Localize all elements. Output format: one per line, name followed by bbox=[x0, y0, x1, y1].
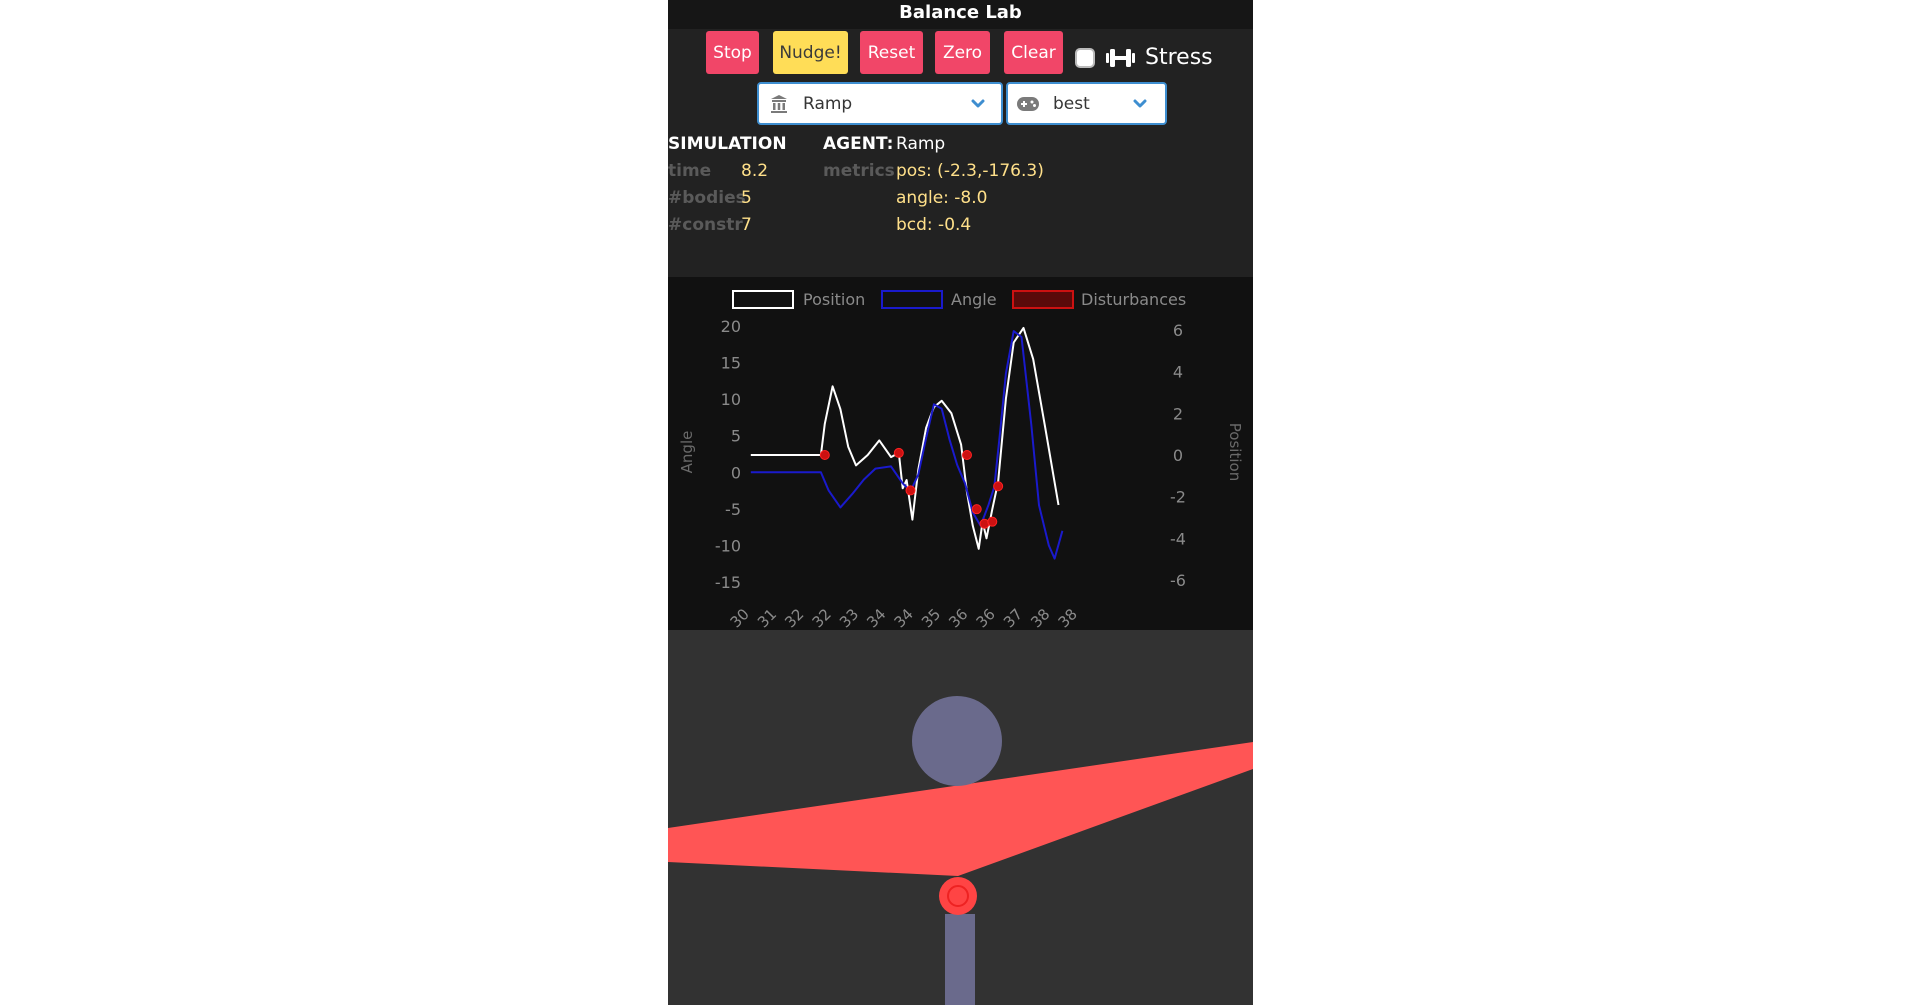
y-left-tick: -15 bbox=[715, 573, 741, 592]
x-tick: 35 bbox=[918, 605, 944, 630]
y-left-tick: -10 bbox=[715, 536, 741, 555]
x-tick: 34 bbox=[863, 605, 889, 630]
gamepad-icon bbox=[1017, 97, 1039, 111]
stats-panel: SIMULATION time 8.2 #bodies 5 #constr 7 … bbox=[668, 132, 1253, 252]
chart-panel: Position Angle Disturbances 20 15 10 5 0 -5 -10 -1… bbox=[668, 277, 1253, 631]
simulation-header: SIMULATION bbox=[668, 134, 787, 154]
y-right-tick: -6 bbox=[1170, 571, 1186, 590]
y-right-tick: 2 bbox=[1173, 404, 1183, 423]
y-left-tick: 10 bbox=[721, 390, 741, 409]
y-right-tick: 0 bbox=[1173, 446, 1183, 465]
x-tick: 38 bbox=[1055, 605, 1081, 630]
building-icon bbox=[771, 95, 787, 113]
series-line-angle bbox=[750, 330, 1064, 560]
legend-swatch-disturbances bbox=[1012, 290, 1074, 309]
balance-chart: Position Angle Disturbances20151050-5-10-1… bbox=[678, 290, 1244, 631]
bodies-label: #bodies bbox=[668, 188, 746, 208]
disturbance-point bbox=[993, 481, 1004, 492]
metric-bcd: bcd: -0.4 bbox=[896, 215, 972, 235]
x-tick: 36 bbox=[973, 605, 999, 630]
x-tick: 30 bbox=[727, 605, 753, 630]
y-right-tick: -2 bbox=[1170, 488, 1186, 507]
y-right-tick: -4 bbox=[1170, 529, 1186, 548]
disturbance-point bbox=[987, 516, 998, 527]
legend-label-disturbances: Disturbances bbox=[1081, 290, 1186, 309]
x-tick: 33 bbox=[836, 605, 862, 630]
ball bbox=[912, 696, 1002, 786]
series-line-position bbox=[750, 326, 1060, 550]
metric-pos: pos: (-2.3,-176.3) bbox=[896, 161, 1044, 181]
stress-checkbox[interactable] bbox=[1075, 48, 1095, 68]
x-tick: 36 bbox=[945, 605, 971, 630]
zero-button[interactable]: Zero bbox=[935, 31, 990, 74]
clear-button[interactable]: Clear bbox=[1004, 31, 1063, 74]
dumbbell-icon bbox=[1106, 49, 1135, 67]
constr-label: #constr bbox=[668, 215, 743, 235]
time-value: 8.2 bbox=[741, 161, 769, 181]
y-left-tick: -5 bbox=[725, 500, 741, 519]
x-tick: 31 bbox=[754, 605, 780, 630]
constr-value: 7 bbox=[741, 215, 752, 235]
x-tick: 34 bbox=[891, 605, 917, 630]
disturbance-point bbox=[971, 504, 982, 515]
y-left-tick: 5 bbox=[731, 427, 741, 446]
stress-label: Stress bbox=[1145, 45, 1213, 70]
y-right-tick: 6 bbox=[1173, 321, 1183, 340]
time-label: time bbox=[668, 161, 712, 181]
legend-label-angle: Angle bbox=[951, 290, 997, 309]
reset-button[interactable]: Reset bbox=[860, 31, 923, 74]
chevron-down-icon bbox=[1133, 99, 1147, 108]
nudge-button[interactable]: Nudge! bbox=[773, 31, 848, 74]
app-container: Balance Lab Stop Nudge! Reset Zero Clear… bbox=[668, 0, 1253, 1005]
pivot-joint bbox=[939, 877, 977, 915]
disturbance-point bbox=[893, 447, 904, 458]
y-left-tick: 15 bbox=[721, 354, 741, 373]
app-title: Balance Lab bbox=[668, 0, 1253, 29]
disturbance-point bbox=[819, 450, 830, 460]
y-left-tick: 0 bbox=[731, 463, 741, 482]
stop-button[interactable]: Stop bbox=[706, 31, 759, 74]
environment-select-value: Ramp bbox=[803, 94, 853, 114]
legend-swatch-angle bbox=[881, 290, 943, 309]
agent-name: Ramp bbox=[896, 134, 946, 154]
physics-scene[interactable] bbox=[668, 630, 1253, 1005]
metric-angle: angle: -8.0 bbox=[896, 188, 988, 208]
y-left-axis-label: Angle bbox=[678, 431, 696, 474]
metrics-label: metrics bbox=[823, 161, 895, 181]
agent-header: AGENT: bbox=[823, 134, 894, 154]
legend-swatch-position bbox=[732, 290, 794, 309]
chevron-down-icon bbox=[971, 99, 985, 108]
y-left-tick: 20 bbox=[721, 317, 741, 336]
support-post bbox=[945, 914, 975, 1005]
bodies-value: 5 bbox=[741, 188, 752, 208]
y-right-tick: 4 bbox=[1173, 363, 1183, 382]
x-tick: 38 bbox=[1027, 605, 1053, 630]
x-tick: 32 bbox=[809, 605, 835, 630]
agent-select[interactable]: best bbox=[1006, 82, 1167, 125]
agent-select-value: best bbox=[1053, 94, 1090, 114]
x-tick: 37 bbox=[1000, 605, 1026, 630]
environment-select[interactable]: Ramp bbox=[757, 82, 1003, 125]
y-right-axis-label: Position bbox=[1226, 423, 1244, 481]
x-tick: 32 bbox=[781, 605, 807, 630]
disturbance-point bbox=[905, 485, 916, 496]
disturbance-point bbox=[961, 450, 972, 460]
legend-label-position: Position bbox=[803, 290, 865, 309]
